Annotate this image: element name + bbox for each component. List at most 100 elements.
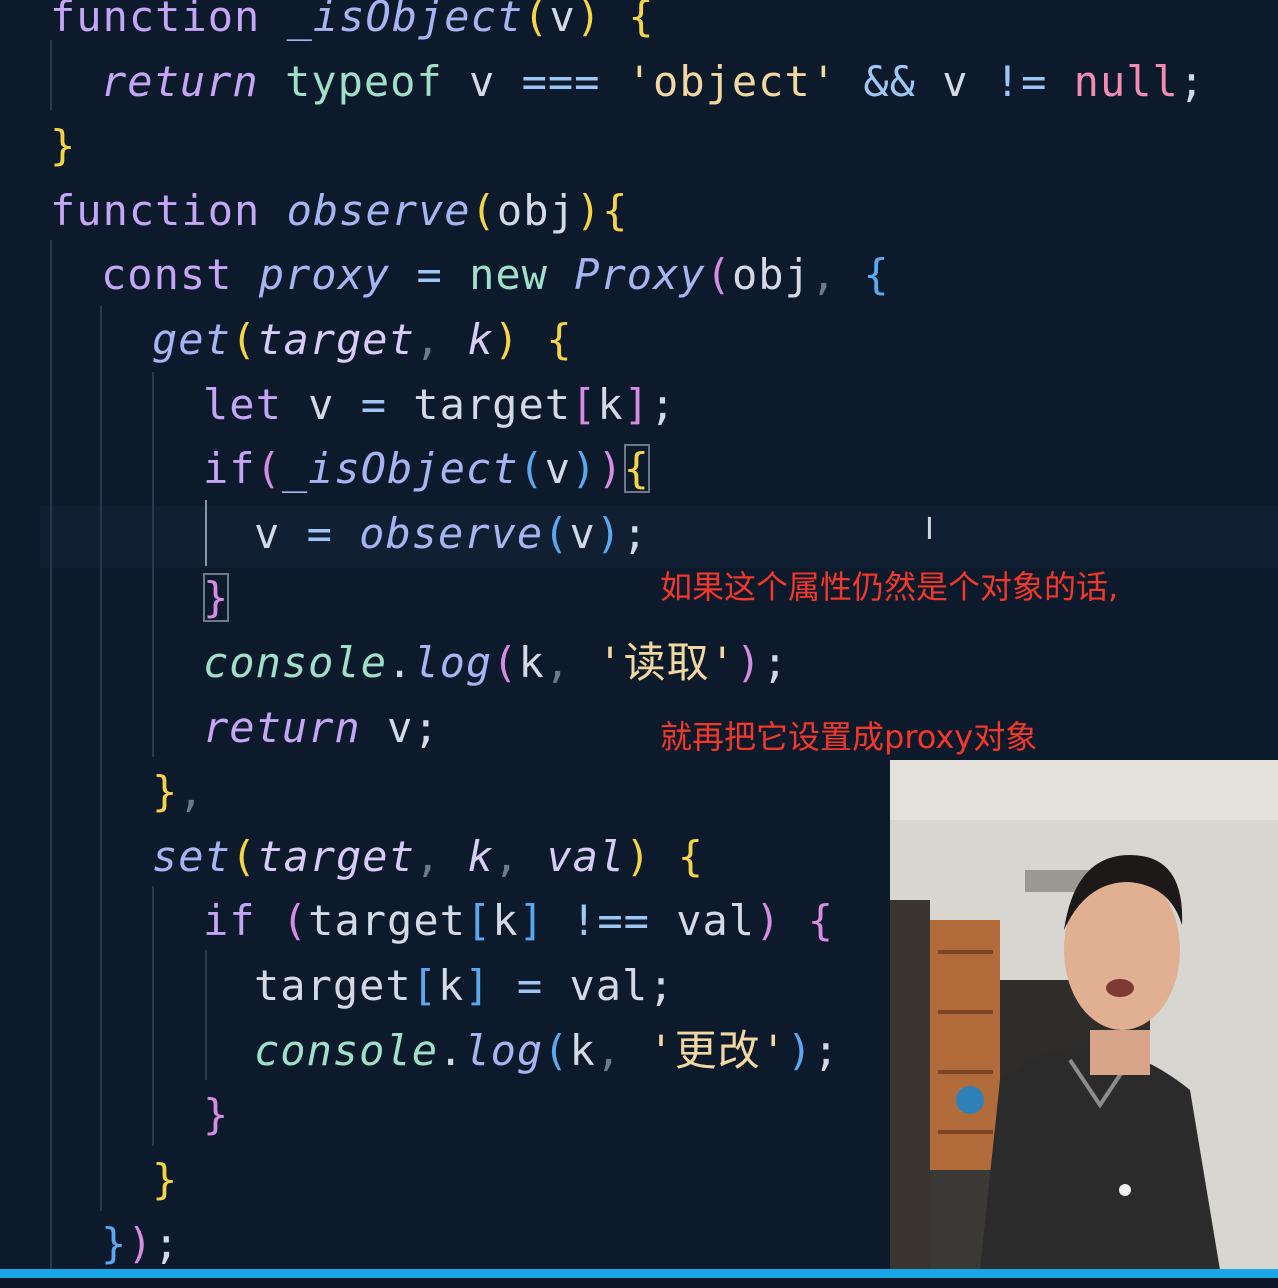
code-token: ): [755, 896, 782, 946]
code-token: function: [50, 185, 261, 235]
code-token: observe: [286, 185, 471, 235]
code-token: null: [1073, 56, 1179, 106]
code-token: (: [230, 831, 258, 881]
code-line[interactable]: }: [203, 566, 230, 630]
code-token: typeof: [285, 56, 443, 106]
code-token: ): [575, 185, 603, 235]
code-token: ): [571, 444, 598, 494]
code-token: {: [623, 444, 650, 494]
code-line[interactable]: set(target, k, val) {: [152, 825, 704, 889]
code-token: if: [203, 444, 256, 494]
code-token: return: [101, 56, 259, 106]
code-token: k: [492, 896, 519, 946]
code-token: k: [467, 315, 494, 364]
code-token: log: [464, 1025, 544, 1075]
code-token: !==: [571, 896, 650, 946]
code-token: ;: [649, 379, 677, 429]
code-token: ;: [622, 508, 649, 558]
code-token: v: [915, 56, 995, 106]
code-token: ]: [518, 896, 545, 946]
code-token: _isObject: [281, 444, 519, 494]
code-token: k: [518, 638, 545, 687]
code-token: target: [254, 961, 412, 1010]
code-line[interactable]: function observe(obj){: [50, 179, 628, 243]
text-cursor-icon: Ι: [925, 512, 934, 547]
code-line[interactable]: if(_isObject(v)){: [203, 437, 650, 501]
code-token: =: [416, 250, 443, 300]
presenter-webcam: [890, 760, 1278, 1270]
code-token: val: [546, 831, 626, 881]
code-token: k: [467, 831, 494, 881]
code-line[interactable]: });: [101, 1212, 180, 1276]
code-token: =: [360, 379, 388, 429]
code-token: 'object': [626, 56, 838, 106]
code-token: const: [101, 250, 233, 300]
code-line[interactable]: },: [152, 760, 205, 824]
indent-guide: [152, 886, 154, 1146]
code-token: target: [308, 896, 466, 946]
code-token: (: [705, 250, 732, 300]
code-line[interactable]: return typeof v === 'object' && v != nul…: [101, 50, 1205, 114]
code-line[interactable]: if (target[k] !== val) {: [203, 889, 834, 953]
code-token: proxy: [258, 250, 391, 300]
code-token: (: [255, 444, 282, 494]
code-token: {: [807, 896, 834, 946]
code-token: }: [203, 1090, 230, 1140]
code-token: '更改': [648, 1025, 787, 1075]
code-token: ): [595, 508, 623, 558]
code-token: obj: [731, 250, 811, 300]
code-token: v: [254, 508, 307, 558]
code-token: let: [203, 379, 282, 429]
code-line[interactable]: get(target, k) {: [152, 308, 573, 372]
code-token: ]: [623, 379, 650, 429]
indent-guide: [50, 40, 52, 110]
code-line[interactable]: target[k] = val;: [254, 954, 675, 1018]
code-token: }: [152, 767, 179, 817]
video-progress-track[interactable]: [0, 1278, 1278, 1288]
indent-guide: [205, 500, 207, 566]
code-line[interactable]: }: [203, 1083, 229, 1147]
code-token: if: [203, 896, 256, 946]
code-token: ): [786, 1025, 814, 1075]
code-token: (: [230, 315, 258, 364]
annotation-line-1: 如果这个属性仍然是个对象的话,: [660, 568, 1119, 606]
code-token: console: [254, 1025, 439, 1075]
code-token: .: [387, 638, 414, 687]
code-line[interactable]: return v;: [203, 696, 440, 760]
code-token: (: [492, 638, 519, 687]
code-token: (: [523, 0, 550, 41]
code-token: [: [411, 961, 439, 1010]
code-token: ,: [810, 250, 864, 300]
code-token: [: [465, 896, 493, 946]
code-token: observe: [359, 508, 544, 558]
code-token: val;: [543, 961, 675, 1010]
video-progress-bar[interactable]: [0, 1269, 1278, 1278]
code-token: get: [152, 315, 231, 364]
code-token: ): [597, 444, 624, 494]
code-line[interactable]: }: [50, 114, 76, 178]
code-line[interactable]: const proxy = new Proxy(obj, {: [101, 243, 890, 307]
code-line[interactable]: function _isObject(v) {: [50, 0, 655, 49]
code-token: ): [575, 0, 603, 41]
code-token: v: [281, 379, 361, 429]
code-token: ,: [178, 767, 205, 817]
code-line[interactable]: let v = target[k];: [203, 373, 676, 437]
code-token: ===: [521, 56, 601, 106]
code-token: &&: [863, 56, 916, 106]
code-line[interactable]: }: [152, 1148, 178, 1212]
code-line[interactable]: console.log(k, '更改');: [254, 1019, 840, 1083]
code-token: function: [50, 0, 261, 41]
code-line[interactable]: v = observe(v);: [254, 502, 648, 566]
code-token: ): [493, 315, 521, 364]
